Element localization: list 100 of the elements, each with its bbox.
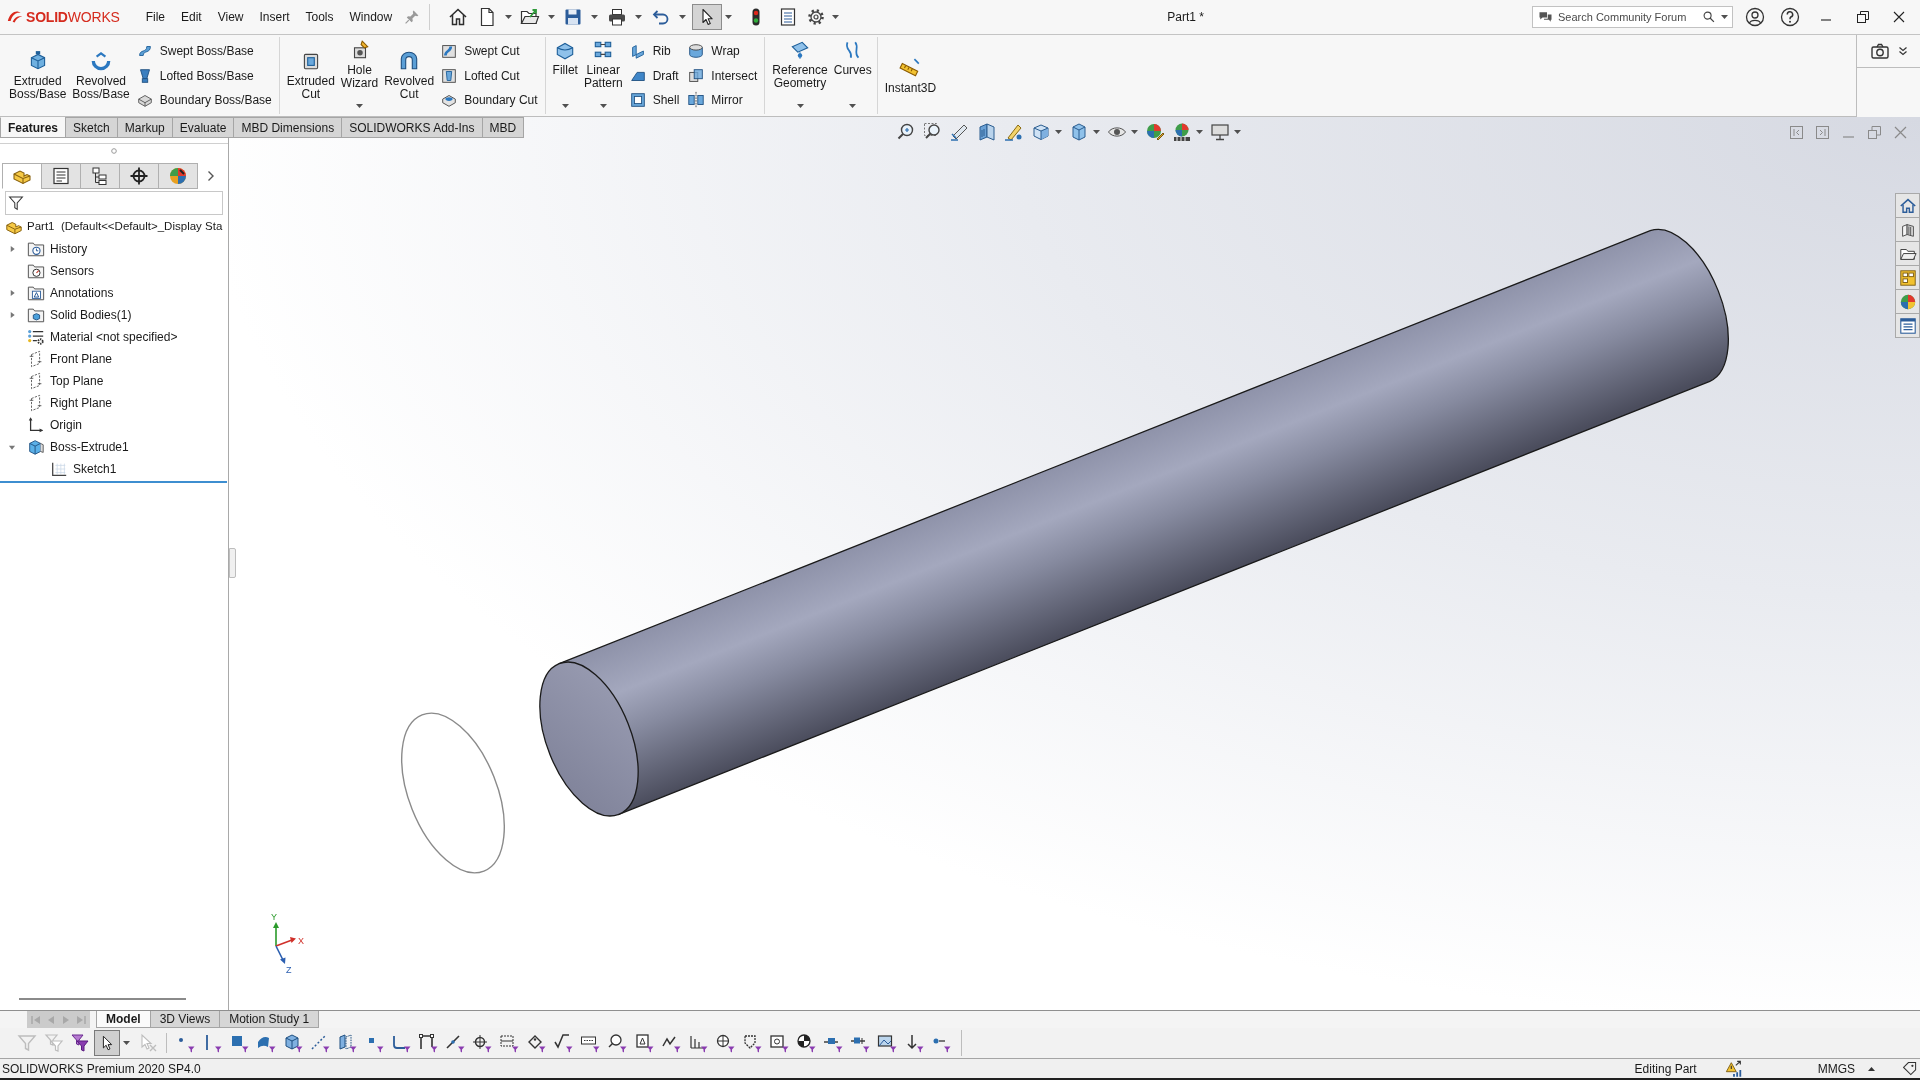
diagonal-line-filter-icon[interactable] xyxy=(445,1033,465,1053)
shaded-cube-icon[interactable] xyxy=(1069,122,1089,142)
bottom-tab[interactable]: 3D Views xyxy=(149,1011,221,1028)
bottom-tab[interactable]: Motion Study 1 xyxy=(219,1011,320,1028)
tool-button[interactable]: Intersect xyxy=(687,64,758,87)
tree-item[interactable]: History xyxy=(50,240,88,258)
picture-filter-icon[interactable] xyxy=(877,1033,897,1053)
panel-tab[interactable] xyxy=(80,163,120,189)
tool-button[interactable]: Revolved Boss/Base xyxy=(72,50,130,101)
chevron-right-icon[interactable] xyxy=(207,170,215,182)
tool-button[interactable]: Swept Boss/Base xyxy=(135,40,272,62)
tag-icon[interactable] xyxy=(1902,1060,1918,1077)
tool-button[interactable]: Lofted Cut xyxy=(440,64,538,87)
target-filter-icon[interactable] xyxy=(472,1033,492,1053)
view-cube-icon[interactable] xyxy=(1031,122,1051,142)
command-tab[interactable]: Evaluate xyxy=(171,117,235,138)
caret-icon[interactable] xyxy=(1234,130,1241,134)
select-button[interactable] xyxy=(94,1030,120,1056)
pin-icon[interactable] xyxy=(404,9,421,25)
panel-tab[interactable] xyxy=(119,163,159,189)
frame-filter-icon[interactable] xyxy=(418,1033,438,1053)
command-tab[interactable]: Sketch xyxy=(65,117,118,138)
framed-circle-filter-icon[interactable] xyxy=(769,1033,789,1053)
caret-icon[interactable] xyxy=(561,104,569,108)
caret-icon[interactable] xyxy=(356,104,363,108)
menu-item[interactable]: Insert xyxy=(251,5,298,29)
label-box-filter-icon[interactable] xyxy=(580,1033,600,1053)
tool-button[interactable]: Lofted Boss/Base xyxy=(135,64,272,87)
command-tab[interactable]: Markup xyxy=(116,117,173,138)
caret-icon[interactable] xyxy=(635,15,643,19)
caret-icon[interactable] xyxy=(1131,130,1138,134)
bottom-tab[interactable]: Model xyxy=(96,1011,151,1028)
settings-icon[interactable] xyxy=(806,7,827,27)
menu-item[interactable]: Tools xyxy=(297,5,342,29)
tile-left-icon[interactable] xyxy=(1790,126,1803,139)
tool-button[interactable]: Mirror xyxy=(687,89,758,111)
caret-icon[interactable] xyxy=(679,15,687,19)
units-selector[interactable]: MMGS xyxy=(1817,1059,1855,1078)
tree-item[interactable]: Annotations xyxy=(50,284,114,302)
sliced-box-icon[interactable] xyxy=(977,122,997,142)
tile-right-icon[interactable] xyxy=(1816,126,1829,139)
menu-item[interactable]: File xyxy=(137,5,173,29)
rebuild-warning-icon[interactable] xyxy=(1724,1059,1743,1078)
tree-item[interactable]: Top Plane xyxy=(50,372,104,390)
grip-handle-icon[interactable] xyxy=(111,148,117,154)
splitter-handle[interactable] xyxy=(229,548,236,578)
expand-arrow-icon[interactable] xyxy=(8,245,16,253)
dashed-line-filter-icon[interactable] xyxy=(310,1033,330,1053)
filter-field[interactable] xyxy=(5,191,223,215)
caret-icon[interactable] xyxy=(796,104,804,108)
tool-button[interactable]: Boundary Cut xyxy=(440,89,538,111)
task-pane-tab[interactable] xyxy=(1895,313,1920,338)
tool-button[interactable]: Draft xyxy=(628,64,680,87)
diamond-filter-icon[interactable] xyxy=(526,1033,546,1053)
horizontal-scrollbar[interactable] xyxy=(19,998,186,1000)
tree-item[interactable]: Part1 (Default<<Default>_Display Sta xyxy=(27,218,223,236)
menu-item[interactable]: Window xyxy=(341,5,401,29)
caret-icon[interactable] xyxy=(1055,130,1062,134)
tree-item[interactable]: Material <not specified> xyxy=(50,328,178,346)
double-funnel-icon[interactable] xyxy=(70,1033,90,1053)
camera-icon[interactable] xyxy=(1869,41,1890,61)
caret-icon[interactable] xyxy=(1196,130,1203,134)
command-tab[interactable]: MBD Dimensions xyxy=(233,117,343,138)
tool-button[interactable]: Linear Pattern xyxy=(583,39,623,90)
cube-filter-icon[interactable] xyxy=(283,1033,303,1053)
zoom-to-fit-icon[interactable] xyxy=(896,122,916,142)
tree-item[interactable]: Origin xyxy=(50,416,82,434)
pie-filter-icon[interactable] xyxy=(796,1033,816,1053)
caret-icon[interactable] xyxy=(1093,130,1100,134)
expand-arrow-icon[interactable] xyxy=(8,311,16,319)
command-tab[interactable]: MBD xyxy=(481,117,525,138)
command-tab[interactable]: SOLIDWORKS Add-Ins xyxy=(341,117,483,138)
scene-sphere-icon[interactable] xyxy=(1172,122,1192,142)
tool-button[interactable]: Shell xyxy=(628,89,680,111)
caret-icon[interactable] xyxy=(123,1041,130,1045)
caret-icon[interactable] xyxy=(1868,1066,1875,1071)
tree-item[interactable]: Solid Bodies(1) xyxy=(50,306,132,324)
tree-item[interactable]: Right Plane xyxy=(50,394,113,412)
corner-filter-icon[interactable] xyxy=(391,1033,411,1053)
panel-tab[interactable] xyxy=(41,163,81,189)
search-field[interactable]: Search Community Forum xyxy=(1532,6,1733,28)
collapse-arrow-icon[interactable] xyxy=(8,443,16,451)
tree-item[interactable]: Sensors xyxy=(50,262,95,280)
printer-icon[interactable] xyxy=(607,7,628,27)
shield-filter-icon[interactable] xyxy=(742,1033,762,1053)
command-tab[interactable]: Features xyxy=(0,117,67,138)
crossed-circle-filter-icon[interactable] xyxy=(715,1033,735,1053)
tool-button[interactable]: Boundary Boss/Base xyxy=(135,89,272,111)
tool-button[interactable]: Rib xyxy=(628,40,680,62)
task-pane-tab[interactable] xyxy=(1895,289,1920,314)
task-pane-tab[interactable] xyxy=(1895,217,1920,242)
menu-item[interactable]: View xyxy=(209,5,252,29)
dashed-box-filter-icon[interactable] xyxy=(499,1033,519,1053)
home-icon[interactable] xyxy=(448,7,469,27)
caret-icon[interactable] xyxy=(599,104,607,108)
user-account-icon[interactable] xyxy=(1745,7,1765,27)
appearance-sphere-icon[interactable] xyxy=(1145,122,1165,142)
pencil-icon[interactable] xyxy=(1004,122,1024,142)
tool-button[interactable]: Instant3D xyxy=(884,56,937,95)
square-filter-icon[interactable] xyxy=(229,1033,249,1053)
